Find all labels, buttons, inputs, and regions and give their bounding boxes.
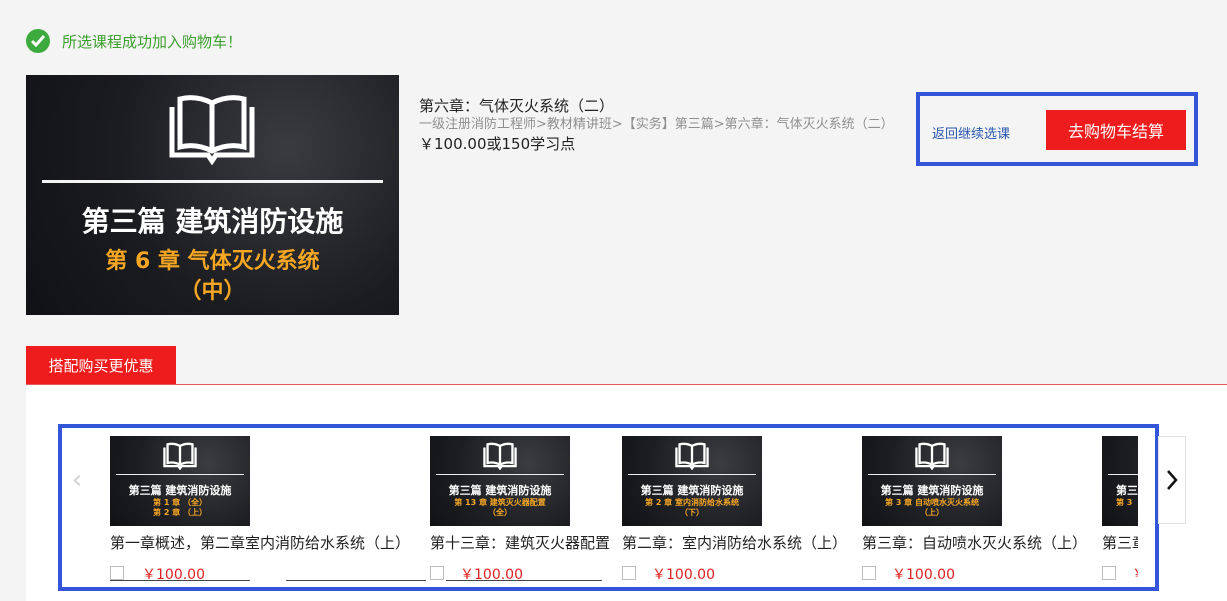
course-path: 一级注册消防工程师>教材精讲班>【实务】第三篇>第六章：气体灭火系统（二） (419, 117, 894, 132)
success-text: 所选课程成功加入购物车！ (62, 32, 243, 51)
book-icon (169, 95, 255, 165)
banner-line2: 第 6 章 气体灭火系统 (105, 249, 320, 274)
course-banner: 第三篇 建筑消防设施 第 6 章 气体灭火系统 （中） (26, 75, 399, 315)
check-circle-icon (26, 29, 50, 53)
course-info: 第六章：气体灭火系统（二） 一级注册消防工程师>教材精讲班>【实务】第三篇>第六… (419, 96, 914, 154)
course-price: ￥100.00或150学习点 (419, 135, 576, 153)
action-box: 返回继续选课 去购物车结算 (916, 92, 1198, 166)
chevron-right-icon (1167, 470, 1178, 490)
banner-line1: 第三篇 建筑消防设施 (81, 205, 344, 238)
continue-shopping-link[interactable]: 返回继续选课 (932, 123, 1010, 142)
checkout-button[interactable]: 去购物车结算 (1046, 110, 1186, 150)
banner-line3: （中） (179, 279, 246, 304)
carousel-next-button[interactable] (1158, 436, 1186, 524)
course-title: 第六章：气体灭火系统（二） (419, 97, 615, 115)
combo-tab[interactable]: 搭配购买更优惠 (26, 346, 176, 384)
carousel-highlight (58, 424, 1159, 591)
success-message: 所选课程成功加入购物车！ (26, 28, 242, 54)
